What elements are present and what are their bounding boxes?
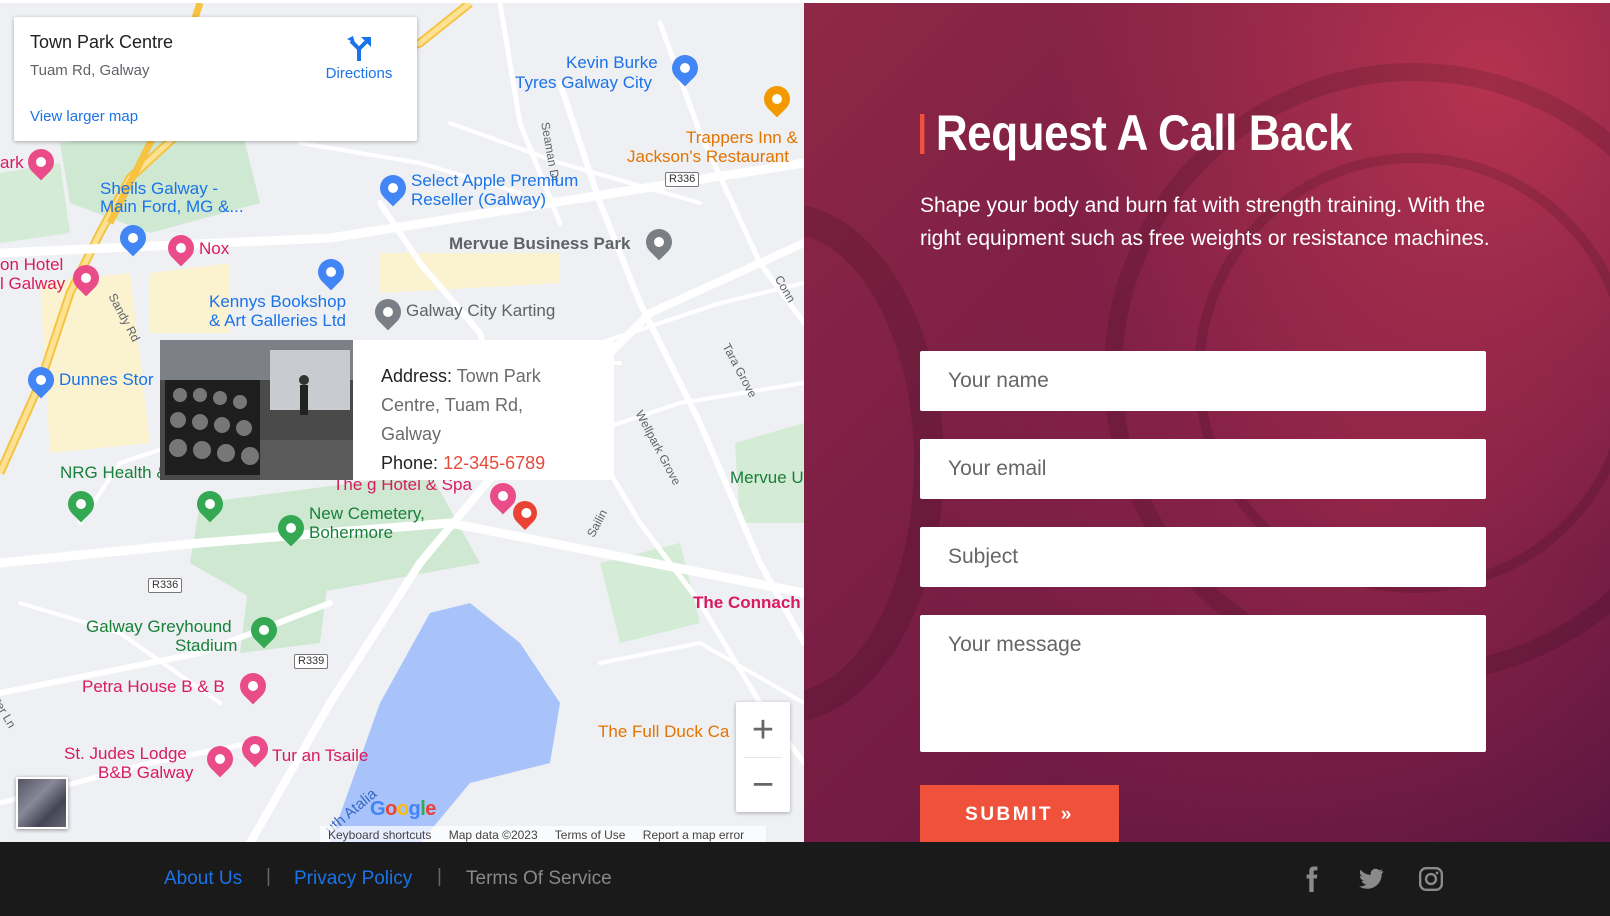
email-input[interactable] (920, 439, 1486, 499)
terms-of-service-link[interactable]: Terms Of Service (466, 868, 612, 890)
footer: About Us | Privacy Policy | Terms Of Ser… (0, 842, 1610, 916)
poi-label[interactable]: Tyres Galway City (515, 73, 652, 92)
map-data-text: Map data ©2023 (448, 828, 538, 842)
phone-label: Phone: (381, 453, 439, 473)
google-logo: Google (370, 798, 436, 820)
poi-label[interactable]: The Full Duck Ca (598, 722, 729, 741)
road-shield: R336 (665, 172, 700, 187)
poi-label[interactable]: Mervue U (730, 468, 804, 487)
keyboard-shortcuts-link[interactable]: Keyboard shortcuts (328, 828, 431, 842)
place-card: Town Park Centre Tuam Rd, Galway View la… (14, 17, 417, 141)
poi-label[interactable]: Jackson's Restaurant (627, 147, 789, 166)
poi-label[interactable]: Trappers Inn & (686, 128, 798, 147)
road-shield: R336 (148, 578, 183, 593)
privacy-policy-link[interactable]: Privacy Policy (294, 868, 412, 890)
embedded-map[interactable]: Kevin Burke Tyres Galway City Trappers I… (0, 3, 804, 842)
place-name: Town Park Centre (30, 32, 174, 52)
directions-label: Directions (325, 65, 393, 82)
poi-label[interactable]: B&B Galway (98, 763, 193, 782)
poi-label[interactable]: Reseller (Galway) (411, 190, 546, 209)
about-us-link[interactable]: About Us (164, 868, 242, 890)
poi-label[interactable]: Galway City Karting (406, 301, 555, 320)
form-description: Shape your body and burn fat with streng… (920, 194, 1490, 250)
directions-icon (347, 36, 371, 61)
message-input[interactable] (920, 615, 1486, 752)
zoom-controls: + − (736, 702, 790, 812)
poi-label[interactable]: Petra House B & B (82, 677, 225, 696)
instagram-icon[interactable] (1418, 866, 1444, 892)
form-title: Request A Call Back (920, 104, 1353, 162)
satellite-toggle[interactable] (16, 777, 68, 829)
poi-label[interactable]: & Art Galleries Ltd (209, 311, 346, 330)
facebook-icon[interactable] (1299, 866, 1325, 892)
report-map-error-link[interactable]: Report a map error (643, 828, 744, 842)
zoom-out-button[interactable]: − (736, 757, 790, 812)
gym-photo (160, 340, 353, 480)
map-attribution: Keyboard shortcuts Map data ©2023 Terms … (320, 826, 767, 842)
poi-label[interactable]: on Hotel (0, 255, 63, 274)
place-address: Tuam Rd, Galway (30, 62, 150, 79)
poi-label[interactable]: Nox (199, 239, 229, 258)
zoom-in-button[interactable]: + (736, 702, 790, 757)
poi-label[interactable]: Kevin Burke (566, 53, 658, 72)
footer-separator: | (437, 866, 442, 887)
poi-label[interactable]: The Connach (693, 593, 801, 612)
directions-button[interactable]: Directions (314, 29, 404, 82)
subject-input[interactable] (920, 527, 1486, 587)
callback-form-panel: Request A Call Back Shape your body and … (804, 3, 1610, 842)
poi-label[interactable]: Mervue Business Park (449, 234, 630, 253)
footer-separator: | (266, 866, 271, 887)
terms-of-use-link[interactable]: Terms of Use (555, 828, 626, 842)
twitter-icon[interactable] (1358, 866, 1384, 892)
address-label: Address: (381, 366, 453, 386)
submit-button[interactable]: SUBMIT » (920, 785, 1119, 842)
map-info-window: Address: Town Park Centre, Tuam Rd, Galw… (160, 340, 614, 480)
poi-label[interactable]: Main Ford, MG &... (100, 197, 244, 216)
name-input[interactable] (920, 351, 1486, 411)
info-window-text: Address: Town Park Centre, Tuam Rd, Galw… (381, 362, 581, 478)
poi-label[interactable]: New Cemetery, (309, 504, 425, 523)
poi-label[interactable]: Sheils Galway - (100, 179, 218, 198)
poi-label[interactable]: Stadium (175, 636, 237, 655)
poi-label[interactable]: Kennys Bookshop (209, 292, 346, 311)
poi-label[interactable]: St. Judes Lodge (64, 744, 187, 763)
poi-label[interactable]: Select Apple Premium (411, 171, 578, 190)
phone-link[interactable]: 12-345-6789 (443, 453, 545, 473)
poi-label[interactable]: ark (0, 153, 24, 172)
poi-label[interactable]: Galway Greyhound (86, 617, 232, 636)
poi-label[interactable]: l Galway (0, 274, 65, 293)
view-larger-map-link[interactable]: View larger map (30, 108, 138, 125)
poi-label[interactable]: Bohermore (309, 523, 393, 542)
poi-label[interactable]: Dunnes Stor (59, 370, 154, 389)
road-shield: R339 (294, 654, 329, 669)
poi-label[interactable]: Tur an Tsaile (272, 746, 368, 765)
